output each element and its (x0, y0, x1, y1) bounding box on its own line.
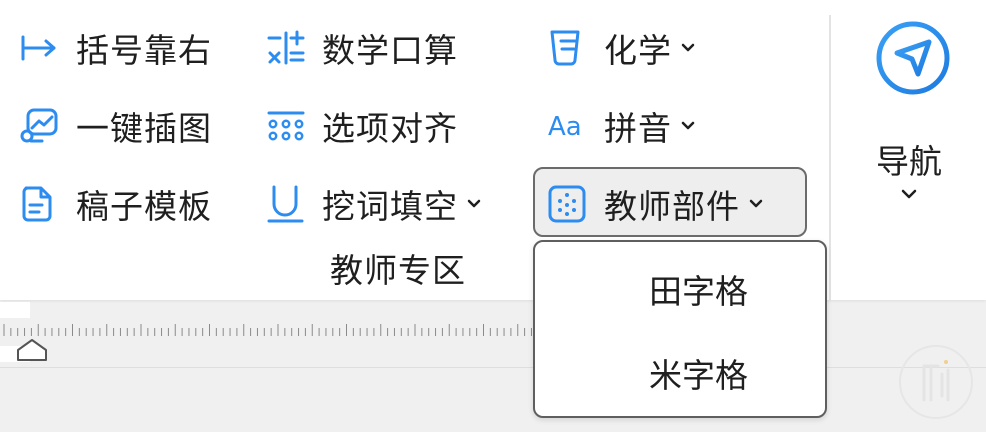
one-click-illustration-label: 一键插图 (76, 109, 212, 148)
arrow-right-bar-icon (20, 28, 64, 68)
chevron-down-icon (748, 198, 764, 210)
pinyin-label: 拼音 (604, 109, 672, 148)
watermark-logo-icon (899, 345, 973, 419)
ribbon-divider (829, 15, 831, 300)
teacher-parts-label: 教师部件 (604, 187, 740, 226)
horizontal-ruler[interactable] (0, 318, 986, 346)
chevron-down-icon (900, 185, 918, 204)
dropdown-item-mi-grid[interactable]: 米字格 (537, 338, 823, 408)
fill-blank-button[interactable]: 挖词填空 (266, 180, 482, 228)
bracket-right-button[interactable]: 括号靠右 (20, 24, 212, 72)
navigation-arrow-icon (875, 20, 951, 100)
beaker-icon (548, 28, 592, 68)
options-grid-icon (266, 106, 310, 146)
image-edit-icon (20, 106, 64, 146)
navigation-button[interactable]: 导航 (860, 15, 966, 200)
chemistry-button[interactable]: 化学 (548, 24, 696, 72)
pinyin-button[interactable]: Aa 拼音 (548, 102, 696, 150)
math-mental-label: 数学口算 (322, 31, 458, 70)
fill-blank-icon (266, 184, 310, 224)
dropdown-item-label: 米字格 (649, 356, 748, 395)
dropdown-item-tian-grid[interactable]: 田字格 (537, 254, 823, 324)
chevron-down-icon (680, 42, 696, 54)
bracket-right-label: 括号靠右 (76, 31, 212, 70)
chevron-down-icon (680, 120, 696, 132)
one-click-illustration-button[interactable]: 一键插图 (20, 102, 212, 150)
svg-text:Aa: Aa (548, 112, 582, 141)
fill-blank-label: 挖词填空 (322, 187, 458, 226)
pinyin-aa-icon: Aa (548, 106, 592, 146)
dots-grid-icon (548, 184, 592, 224)
teacher-parts-dropdown: 田字格 米字格 (533, 240, 827, 418)
ribbon-toolbar: 括号靠右 一键插图 稿子模板 数学口算 选项对齐 挖词填空 化学 Aa 拼音 教… (0, 0, 986, 300)
draft-template-button[interactable]: 稿子模板 (20, 180, 212, 228)
document-icon (20, 184, 64, 224)
navigation-label: 导航 (876, 142, 942, 181)
group-label-teacher-zone: 教师专区 (330, 251, 466, 290)
option-align-label: 选项对齐 (322, 109, 458, 148)
dropdown-item-label: 田字格 (649, 272, 748, 311)
chemistry-label: 化学 (604, 31, 672, 70)
math-mental-button[interactable]: 数学口算 (266, 24, 458, 72)
indent-marker-icon[interactable] (16, 338, 48, 362)
teacher-parts-button[interactable]: 教师部件 (548, 180, 764, 228)
page-edge (0, 367, 986, 368)
chevron-down-icon (466, 198, 482, 210)
math-operators-icon (266, 28, 310, 68)
draft-template-label: 稿子模板 (76, 187, 212, 226)
option-align-button[interactable]: 选项对齐 (266, 102, 458, 150)
